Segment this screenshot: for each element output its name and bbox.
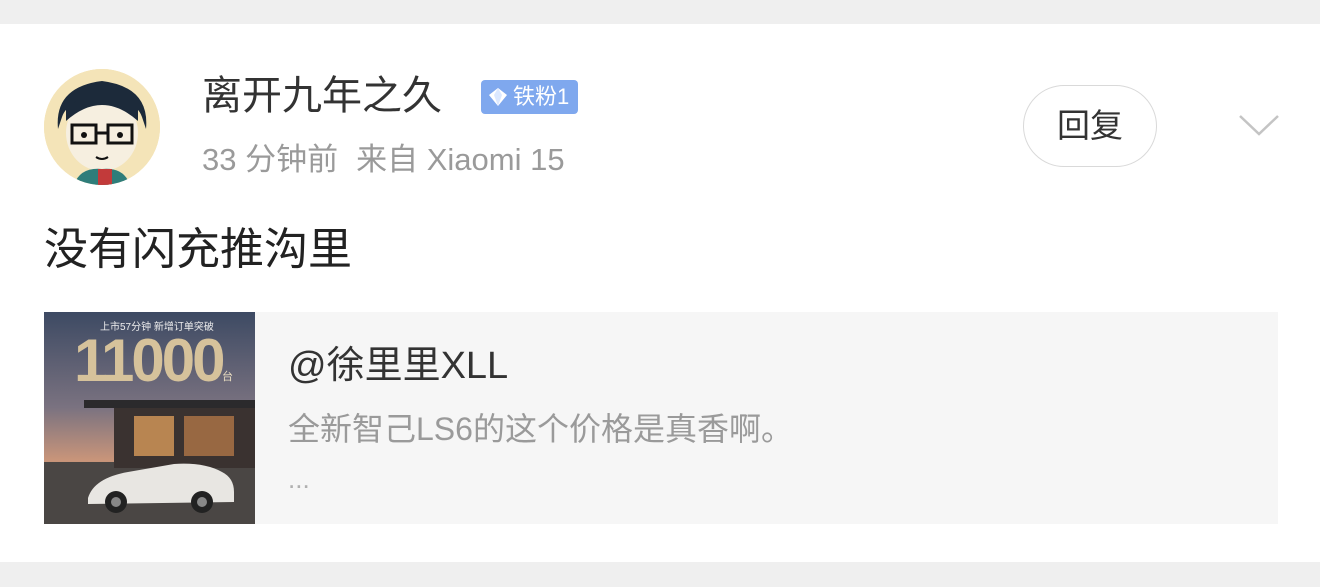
- diamond-icon: [489, 88, 507, 106]
- chevron-down-icon[interactable]: [1236, 106, 1282, 142]
- shared-post-card[interactable]: 上市57分钟 新增订单突破 11000 台 @徐里里XLL 全新智己LS6的这个…: [44, 312, 1278, 524]
- avatar[interactable]: [44, 69, 160, 185]
- shared-post-ellipsis: ...: [288, 464, 310, 494]
- shared-post-thumbnail: 上市57分钟 新增订单突破 11000 台: [44, 312, 255, 524]
- post-meta: 33 分钟前 来自 Xiaomi 15: [202, 139, 565, 181]
- shared-post-text: 全新智己LS6的这个价格是真香啊。: [288, 411, 793, 447]
- comment-text: 没有闪充推沟里: [44, 225, 352, 274]
- reply-button[interactable]: 回复: [1023, 85, 1157, 167]
- thumb-number: 11000: [74, 327, 226, 394]
- post-time: 33 分钟前: [202, 142, 339, 177]
- fan-badge[interactable]: 铁粉1: [481, 80, 579, 114]
- username[interactable]: 离开九年之久: [202, 70, 442, 122]
- thumb-unit: 台: [222, 371, 233, 383]
- avatar-illustration: [44, 69, 160, 185]
- badge-label: 铁粉1: [513, 84, 570, 109]
- post-source: 来自 Xiaomi 15: [356, 142, 565, 177]
- shared-post-author[interactable]: @徐里里XLL: [288, 342, 508, 390]
- comment-card: 离开九年之久 铁粉1 33 分钟前 来自 Xiaomi 15 回复 没有闪充推沟里: [0, 24, 1320, 562]
